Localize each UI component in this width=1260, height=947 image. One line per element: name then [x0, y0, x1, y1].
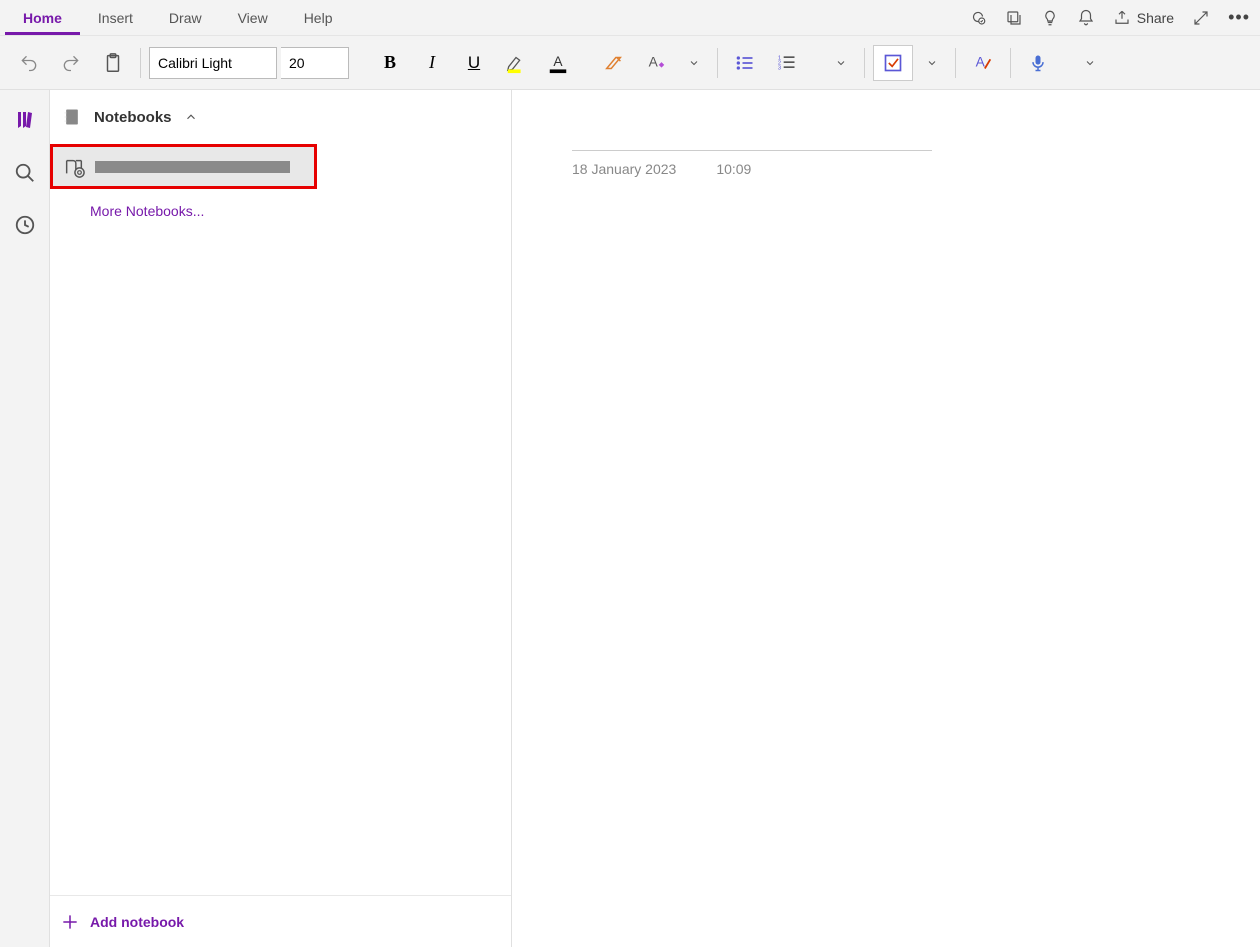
- ink-to-text-button[interactable]: A: [964, 45, 1002, 81]
- styles-dropdown[interactable]: [679, 45, 709, 81]
- note-metadata: 18 January 2023 10:09: [572, 150, 932, 177]
- notebooks-title: Notebooks: [94, 109, 172, 126]
- note-date: 18 January 2023: [572, 161, 676, 177]
- font-color-button[interactable]: A: [539, 45, 577, 81]
- notebook-name-redacted: [95, 161, 290, 173]
- share-button[interactable]: Share: [1113, 9, 1174, 27]
- more-notebooks-link[interactable]: More Notebooks...: [50, 189, 511, 233]
- notebooks-nav-button[interactable]: [13, 108, 37, 132]
- share-label: Share: [1137, 10, 1174, 26]
- add-notebook-label: Add notebook: [90, 914, 184, 930]
- separator: [1010, 48, 1011, 78]
- bell-icon[interactable]: [1077, 9, 1095, 27]
- font-size-input[interactable]: [281, 47, 349, 79]
- todo-tag-button[interactable]: [873, 45, 913, 81]
- notebooks-header[interactable]: Notebooks: [50, 90, 511, 144]
- menu-tabs: Home Insert Draw View Help: [5, 0, 350, 35]
- list-dropdown[interactable]: [826, 45, 856, 81]
- styles-button[interactable]: A: [637, 45, 675, 81]
- lightbulb-icon[interactable]: [1041, 9, 1059, 27]
- italic-button[interactable]: I: [413, 45, 451, 81]
- tab-view-label: View: [238, 10, 268, 26]
- separator: [717, 48, 718, 78]
- notebooks-panel: Notebooks More Notebooks... Add notebook: [50, 90, 512, 947]
- tab-home-label: Home: [23, 10, 62, 26]
- dictate-button[interactable]: [1019, 45, 1057, 81]
- bullet-list-button[interactable]: [726, 45, 764, 81]
- add-notebook-button[interactable]: Add notebook: [50, 895, 511, 947]
- search-nav-button[interactable]: [14, 162, 36, 184]
- more-options-button[interactable]: •••: [1228, 7, 1250, 28]
- note-time: 10:09: [716, 161, 751, 177]
- sync-status-icon[interactable]: [969, 9, 987, 27]
- fullscreen-icon[interactable]: [1192, 9, 1210, 27]
- tab-home[interactable]: Home: [5, 0, 80, 35]
- tab-help-label: Help: [304, 10, 333, 26]
- numbered-list-button[interactable]: 123: [768, 45, 806, 81]
- chevron-up-icon: [184, 110, 198, 124]
- tab-insert[interactable]: Insert: [80, 0, 151, 35]
- share-icon: [1113, 9, 1131, 27]
- recent-nav-button[interactable]: [14, 214, 36, 236]
- separator: [955, 48, 956, 78]
- tab-help[interactable]: Help: [286, 0, 351, 35]
- tab-draw[interactable]: Draw: [151, 0, 220, 35]
- svg-text:A: A: [553, 53, 563, 68]
- note-canvas[interactable]: 18 January 2023 10:09: [512, 90, 1260, 947]
- tab-view[interactable]: View: [220, 0, 286, 35]
- svg-text:A: A: [649, 54, 659, 69]
- notebook-icon: [62, 107, 82, 127]
- highlight-button[interactable]: [497, 45, 535, 81]
- underline-button[interactable]: U: [455, 45, 493, 81]
- tab-insert-label: Insert: [98, 10, 133, 26]
- title-actions: Share •••: [969, 7, 1250, 28]
- menu-bar: Home Insert Draw View Help Share •••: [0, 0, 1260, 36]
- clear-formatting-button[interactable]: [595, 45, 633, 81]
- plus-icon: [60, 912, 80, 932]
- bold-button[interactable]: B: [371, 45, 409, 81]
- main-area: Notebooks More Notebooks... Add notebook: [0, 90, 1260, 947]
- tags-dropdown[interactable]: [917, 45, 947, 81]
- redo-button[interactable]: [52, 45, 90, 81]
- svg-text:A: A: [976, 54, 986, 69]
- clipboard-button[interactable]: [94, 45, 132, 81]
- feed-icon[interactable]: [1005, 9, 1023, 27]
- nav-rail: [0, 90, 50, 947]
- separator: [140, 48, 141, 78]
- more-notebooks-label: More Notebooks...: [90, 203, 204, 219]
- separator: [864, 48, 865, 78]
- ribbon-toolbar: B I U A A 123 A: [0, 36, 1260, 90]
- notebook-sync-icon: [63, 156, 85, 178]
- svg-text:3: 3: [778, 65, 781, 71]
- font-name-input[interactable]: [149, 47, 277, 79]
- tab-draw-label: Draw: [169, 10, 202, 26]
- undo-button[interactable]: [10, 45, 48, 81]
- notebook-item[interactable]: [50, 144, 317, 189]
- dictate-dropdown[interactable]: [1075, 45, 1105, 81]
